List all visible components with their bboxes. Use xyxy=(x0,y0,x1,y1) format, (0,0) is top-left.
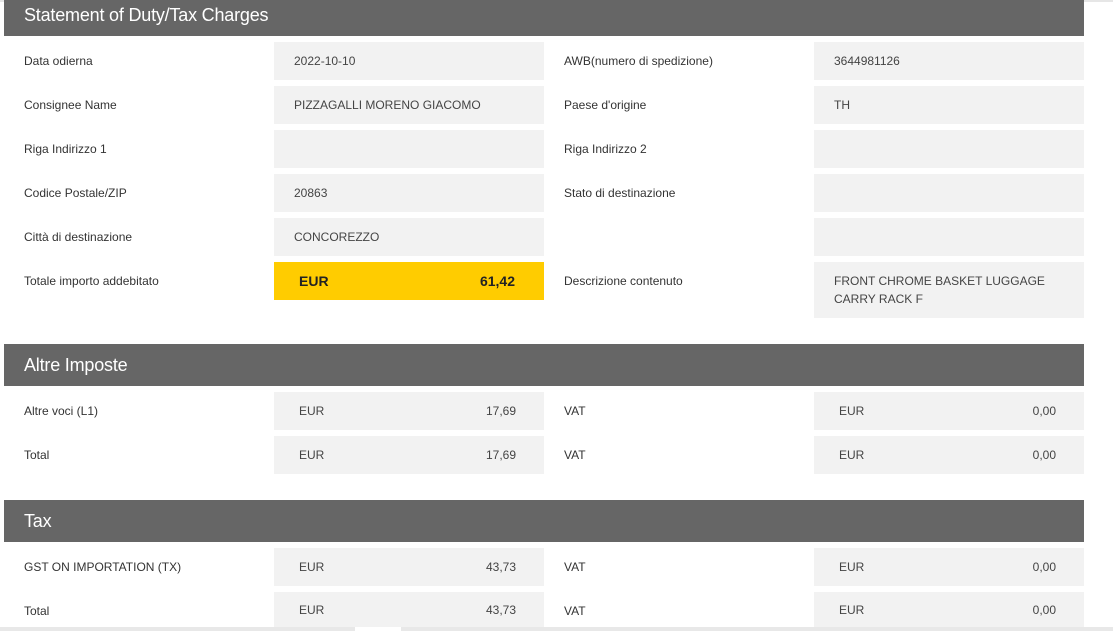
other-tax-total-label: Total xyxy=(24,448,50,462)
currency: EUR xyxy=(299,448,325,462)
date-label: Data odierna xyxy=(24,54,93,68)
zip-label: Codice Postale/ZIP xyxy=(24,186,127,200)
vat-label: VAT xyxy=(564,404,586,418)
address1-label: Riga Indirizzo 1 xyxy=(24,142,107,156)
vat-amount: 0,00 xyxy=(1032,404,1056,418)
extra-value xyxy=(814,218,1084,256)
state-value xyxy=(814,174,1084,212)
amount: 43,73 xyxy=(485,602,516,617)
section-title-other-taxes: Altre Imposte xyxy=(24,354,128,375)
zip-value: 20863 xyxy=(274,174,544,212)
awb-label: AWB(numero di spedizione) xyxy=(564,54,713,68)
state-label: Stato di destinazione xyxy=(564,186,676,200)
origin-label: Paese d'origine xyxy=(564,98,647,112)
vat-label: VAT xyxy=(564,448,586,462)
consignee-label: Consignee Name xyxy=(24,98,117,112)
city-value: CONCOREZZO xyxy=(274,218,544,256)
vat-amount-box: EUR 0,00 xyxy=(814,436,1084,474)
city-label: Città di destinazione xyxy=(24,230,133,244)
origin-value: TH xyxy=(814,86,1084,124)
scrollbar-thumb[interactable] xyxy=(355,627,401,631)
date-value: 2022-10-10 xyxy=(274,42,544,80)
tax-total-amount: EUR 43,73 xyxy=(274,592,544,627)
other-tax-row-label: Altre voci (L1) xyxy=(24,404,99,418)
description-value: FRONT CHROME BASKET LUGGAGE CARRY RACK F xyxy=(814,262,1084,318)
description-label: Descrizione contenuto xyxy=(564,274,683,288)
vat-currency: EUR xyxy=(839,404,865,418)
section-header-tax: Tax xyxy=(4,500,1084,542)
tax-row-label: GST ON IMPORTATION (TX) xyxy=(24,560,182,574)
currency: EUR xyxy=(299,602,325,617)
vat-amount: 0,00 xyxy=(1032,602,1056,617)
horizontal-scrollbar[interactable] xyxy=(0,627,1113,631)
total-label: Totale importo addebitato xyxy=(24,274,159,288)
vat-currency: EUR xyxy=(839,560,865,574)
consignee-value: PIZZAGALLI MORENO GIACOMO xyxy=(274,86,544,124)
vat-label: VAT xyxy=(564,560,586,574)
total-currency: EUR xyxy=(299,273,329,289)
currency: EUR xyxy=(299,560,325,574)
other-tax-total-amount: EUR 17,69 xyxy=(274,436,544,474)
total-charged-box: EUR 61,42 xyxy=(274,262,544,300)
vat-amount-box: EUR 0,00 xyxy=(814,592,1084,627)
vat-currency: EUR xyxy=(839,602,865,617)
amount: 17,69 xyxy=(485,448,516,462)
vat-amount-box: EUR 0,00 xyxy=(814,548,1084,586)
address2-value xyxy=(814,130,1084,168)
tax-row-amount: EUR 43,73 xyxy=(274,548,544,586)
address2-label: Riga Indirizzo 2 xyxy=(564,142,647,156)
vat-currency: EUR xyxy=(839,448,865,462)
awb-value: 3644981126 xyxy=(814,42,1084,80)
section-title-statement: Statement of Duty/Tax Charges xyxy=(24,4,269,25)
amount: 43,73 xyxy=(485,560,516,574)
vat-label: VAT xyxy=(564,604,586,618)
total-amount: 61,42 xyxy=(479,273,515,289)
section-title-tax: Tax xyxy=(24,510,52,531)
vat-amount: 0,00 xyxy=(1032,448,1056,462)
section-header-other-taxes: Altre Imposte xyxy=(4,344,1084,386)
currency: EUR xyxy=(299,404,325,418)
other-tax-row-amount: EUR 17,69 xyxy=(274,392,544,430)
address1-value xyxy=(274,130,544,168)
tax-total-label: Total xyxy=(24,604,50,618)
section-header-statement: Statement of Duty/Tax Charges xyxy=(4,0,1084,36)
vat-amount-box: EUR 0,00 xyxy=(814,392,1084,430)
amount: 17,69 xyxy=(485,404,516,418)
vat-amount: 0,00 xyxy=(1032,560,1056,574)
